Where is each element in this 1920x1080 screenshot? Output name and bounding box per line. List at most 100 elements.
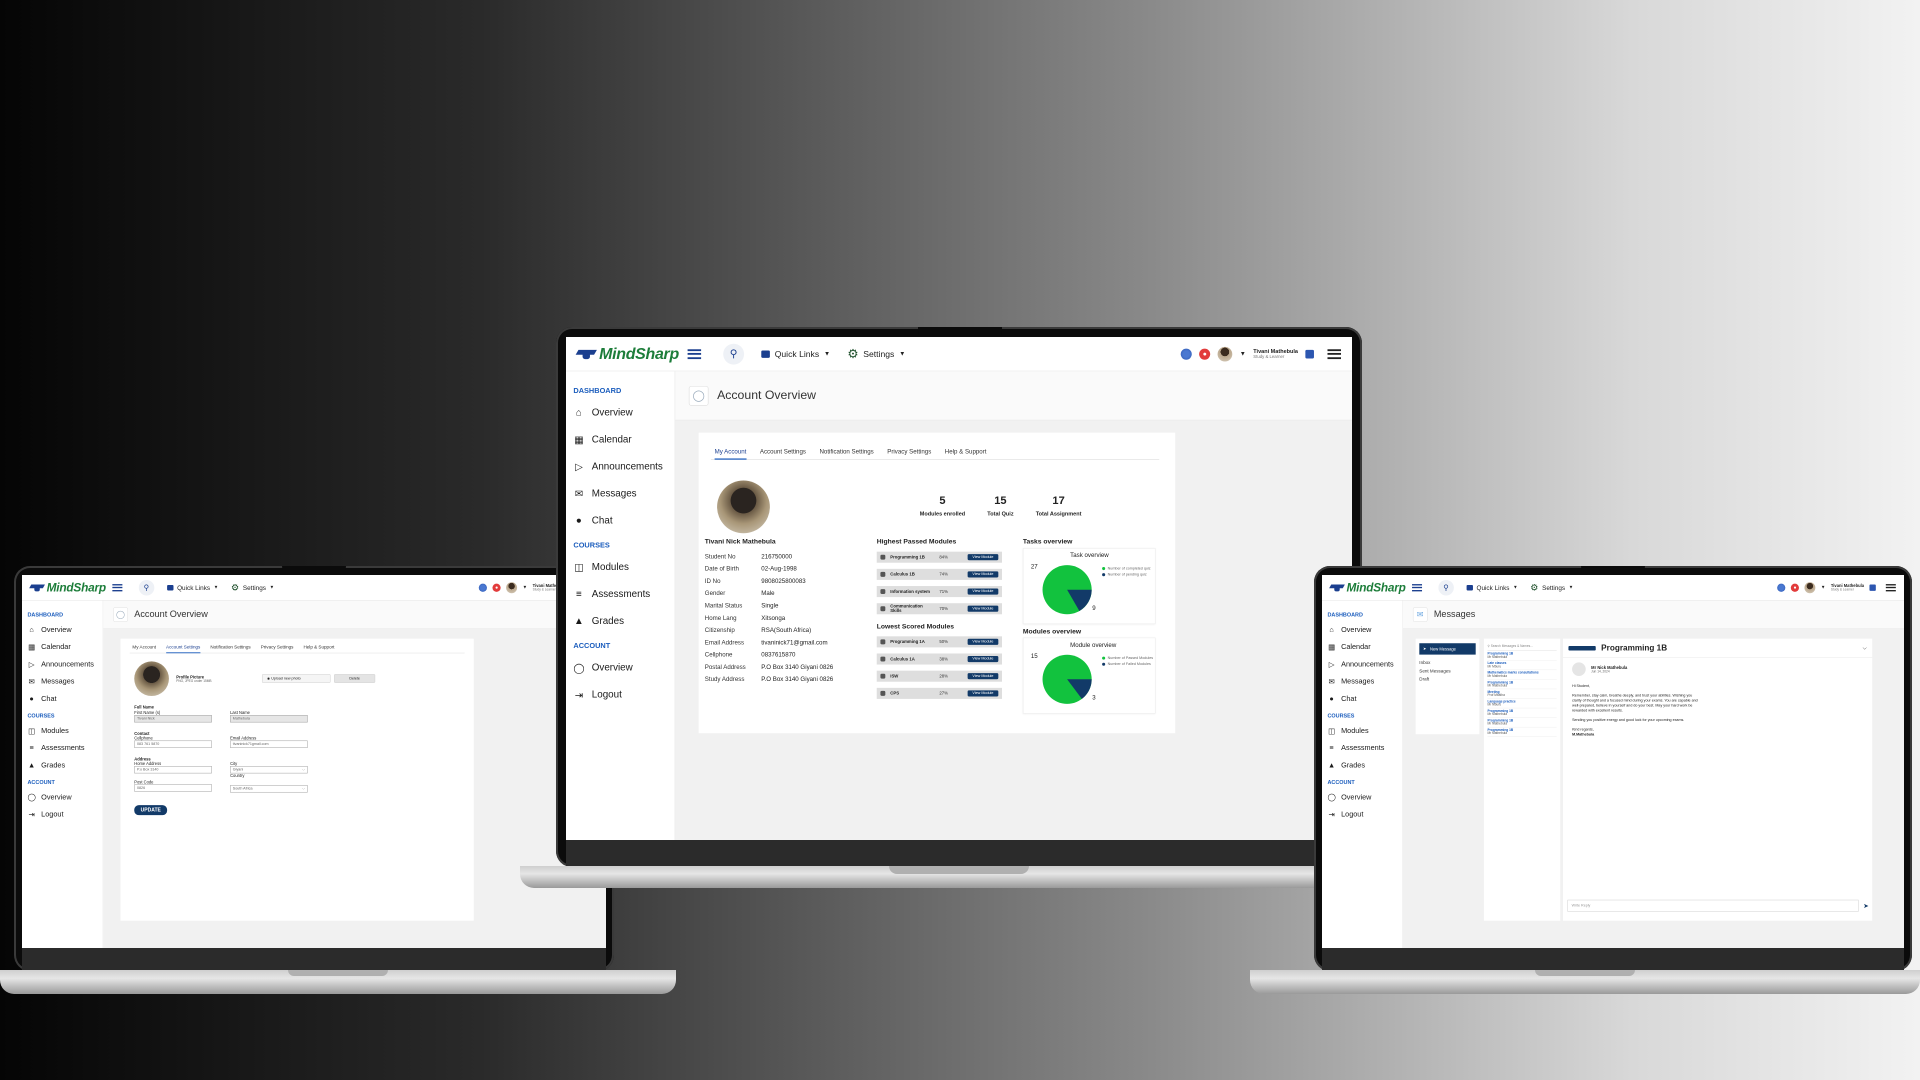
sidebar-item-account-overview[interactable]: ◯ Overview: [566, 655, 675, 682]
message-list-item[interactable]: Programming 1B Mr Mathebula: [1487, 727, 1557, 737]
sidebar-item-messages[interactable]: ✉ Messages: [1322, 673, 1402, 690]
quick-links-menu[interactable]: Quick Links ▼: [1466, 584, 1518, 591]
sidebar-item-logout[interactable]: ⇥ Logout: [1322, 806, 1402, 823]
message-list-item[interactable]: Programming 1B Mr Mathebula: [1487, 680, 1557, 690]
sidebar-item-overview[interactable]: ⌂ Overview: [1322, 621, 1402, 638]
settings-menu[interactable]: ⚙ Settings ▼: [231, 582, 274, 593]
view-module-button[interactable]: View Module: [967, 554, 999, 561]
home-address-field[interactable]: P.o Box 3140: [134, 766, 212, 774]
view-module-button[interactable]: View Module: [967, 690, 999, 697]
quick-links-menu[interactable]: Quick Links ▼: [167, 584, 218, 591]
brand-logo[interactable]: MindSharp: [30, 580, 106, 594]
apps-grid-icon[interactable]: [1180, 348, 1192, 360]
message-list-item[interactable]: Meeting Prof Mbatha: [1487, 689, 1557, 699]
message-list-item[interactable]: Programming 1B Mr Mathebula: [1487, 651, 1557, 661]
sidebar-toggle-icon[interactable]: [112, 583, 123, 592]
sidebar-item-messages[interactable]: ✉ Messages: [22, 673, 103, 690]
sidebar-toggle-icon[interactable]: [1411, 583, 1422, 592]
sidebar-item-calendar[interactable]: ▦ Calendar: [566, 427, 675, 454]
message-list-item[interactable]: Programming 1B Mr Mathebula: [1487, 708, 1557, 718]
cellphone-field[interactable]: 083 761 5870: [134, 740, 212, 748]
notification-bell-icon[interactable]: ●: [492, 583, 501, 592]
notification-bell-icon[interactable]: ●: [1199, 348, 1211, 360]
sidebar-item-overview[interactable]: ⌂ Overview: [566, 400, 675, 427]
sidebar-item-announcements[interactable]: ▷ Announcements: [566, 454, 675, 481]
sidebar-item-chat[interactable]: ● Chat: [566, 508, 675, 535]
chevron-down-icon[interactable]: ⌵: [1863, 645, 1867, 652]
tab-notification-settings[interactable]: Notification Settings: [210, 645, 250, 650]
calendar-icon[interactable]: [1305, 349, 1314, 359]
tab-privacy-settings[interactable]: Privacy Settings: [261, 645, 294, 650]
reply-input[interactable]: Write Reply: [1567, 899, 1859, 912]
tab-privacy-settings[interactable]: Privacy Settings: [887, 449, 931, 456]
tab-my-account[interactable]: My Account: [714, 449, 747, 460]
brand-logo[interactable]: MindSharp: [577, 344, 679, 363]
send-icon[interactable]: ➤: [1863, 902, 1868, 910]
message-search-input[interactable]: ⚲ Search Messages & Names...: [1487, 642, 1557, 651]
sidebar-item-account-overview[interactable]: ◯ Overview: [1322, 789, 1402, 806]
sidebar-item-chat[interactable]: ● Chat: [22, 691, 103, 708]
view-module-button[interactable]: View Module: [967, 588, 999, 595]
apps-grid-icon[interactable]: [1777, 583, 1786, 592]
chevron-down-icon[interactable]: ▼: [1240, 350, 1246, 357]
sidebar-item-calendar[interactable]: ▦ Calendar: [1322, 639, 1402, 656]
sidebar-item-assessments[interactable]: ≡ Assessments: [566, 581, 675, 608]
calendar-icon[interactable]: [1869, 584, 1876, 591]
last-name-field[interactable]: Mathebula: [230, 715, 308, 723]
quick-links-menu[interactable]: Quick Links ▼: [761, 349, 830, 359]
search-button[interactable]: ⚲: [138, 579, 155, 596]
message-list-item[interactable]: Late classes Mr Mburu: [1487, 661, 1557, 671]
sidebar-item-announcements[interactable]: ▷ Announcements: [22, 656, 103, 673]
view-module-button[interactable]: View Module: [967, 571, 999, 578]
view-module-button[interactable]: View Module: [967, 655, 999, 663]
view-module-button[interactable]: View Module: [967, 605, 999, 612]
avatar[interactable]: [1804, 582, 1816, 593]
tab-help-support[interactable]: Help & Support: [303, 645, 334, 650]
apps-grid-icon[interactable]: [478, 583, 488, 592]
city-select[interactable]: Giyani ⌵: [230, 766, 308, 774]
sidebar-item-modules[interactable]: ◫ Modules: [566, 554, 675, 581]
new-message-button[interactable]: ➤ New Message: [1419, 643, 1476, 655]
search-button[interactable]: ⚲: [723, 343, 744, 365]
view-module-button[interactable]: View Module: [967, 673, 999, 680]
country-select[interactable]: South Africa ⌵: [230, 785, 308, 793]
tab-help-support[interactable]: Help & Support: [945, 449, 987, 456]
sidebar-item-account-overview[interactable]: ◯ Overview: [22, 789, 103, 806]
delete-photo-button[interactable]: Delete: [334, 674, 376, 683]
update-button[interactable]: UPDATE: [134, 805, 168, 816]
tab-my-account[interactable]: My Account: [132, 645, 156, 650]
chevron-down-icon[interactable]: ▼: [523, 585, 528, 590]
folder-sent[interactable]: Sent Messages: [1419, 667, 1475, 675]
folder-draft[interactable]: Draft: [1419, 676, 1475, 684]
sidebar-item-chat[interactable]: ● Chat: [1322, 691, 1402, 708]
brand-logo[interactable]: MindSharp: [1330, 580, 1406, 594]
folder-inbox[interactable]: Inbox: [1419, 659, 1475, 667]
sidebar-item-grades[interactable]: ▲ Grades: [22, 757, 103, 774]
sidebar-item-messages[interactable]: ✉ Messages: [566, 481, 675, 508]
sidebar-item-announcements[interactable]: ▷ Announcements: [1322, 656, 1402, 673]
avatar[interactable]: [506, 582, 518, 593]
view-module-button[interactable]: View Module: [967, 638, 999, 645]
search-button[interactable]: ⚲: [1438, 579, 1454, 596]
sidebar-item-grades[interactable]: ▲ Grades: [566, 608, 675, 635]
sidebar-toggle-icon[interactable]: [687, 348, 702, 359]
upload-photo-button[interactable]: ◉ Upload new photo: [262, 674, 331, 683]
email-field[interactable]: tivaninick71gmail.com: [230, 740, 308, 748]
post-code-field[interactable]: 0826: [134, 784, 212, 792]
sidebar-item-logout[interactable]: ⇥ Logout: [22, 806, 103, 823]
menu-icon[interactable]: [1885, 583, 1896, 592]
menu-icon[interactable]: [1327, 348, 1341, 359]
sidebar-item-overview[interactable]: ⌂ Overview: [22, 621, 103, 638]
tab-notification-settings[interactable]: Notification Settings: [819, 449, 873, 456]
settings-menu[interactable]: ⚙ Settings ▼: [1530, 582, 1573, 593]
sidebar-item-grades[interactable]: ▲ Grades: [1322, 757, 1402, 774]
sidebar-item-calendar[interactable]: ▦ Calendar: [22, 639, 103, 656]
notification-bell-icon[interactable]: ●: [1790, 583, 1800, 592]
tab-account-settings[interactable]: Account Settings: [166, 645, 201, 654]
sidebar-item-modules[interactable]: ◫ Modules: [1322, 722, 1402, 739]
first-name-field[interactable]: Tivani Nick: [134, 715, 212, 723]
message-list-item[interactable]: Programming 1B Mr Mathebula: [1487, 718, 1557, 728]
tab-account-settings[interactable]: Account Settings: [760, 449, 806, 456]
message-list-item[interactable]: Mathematics marks consultations Mr Matheb…: [1487, 670, 1557, 680]
settings-menu[interactable]: ⚙ Settings ▼: [847, 346, 905, 361]
